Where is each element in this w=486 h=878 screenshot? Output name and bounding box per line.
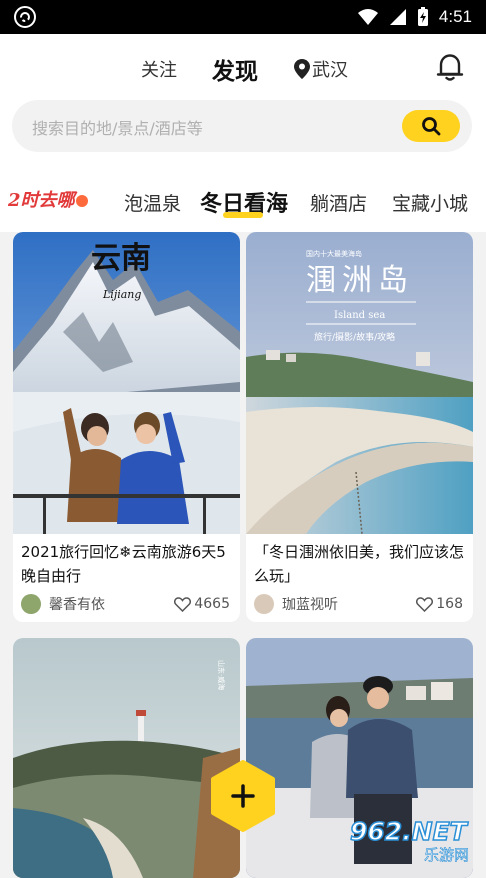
cover-side-text: 山东·威海: [217, 660, 226, 690]
category-hotel[interactable]: 躺酒店: [310, 189, 367, 216]
site-watermark: 962.NET 乐游网: [346, 812, 486, 864]
signal-icon: [389, 9, 406, 25]
category-hidden-town[interactable]: 宝藏小城: [392, 189, 468, 216]
where-to-go-logo[interactable]: 2时去哪: [8, 186, 88, 212]
search-icon: [422, 117, 441, 136]
card-meta: 馨香有依 4665: [21, 594, 230, 614]
status-time: 4:51: [438, 7, 472, 26]
note-card[interactable]: 云南 Lijiang 2021旅行回忆❄云南旅游6天5晚自由行 馨香有依 466…: [13, 232, 240, 622]
watermark-text: 962.NET: [350, 817, 469, 846]
heart-icon: [416, 596, 434, 612]
wifi-icon: [357, 9, 378, 25]
watermark-sub: 乐游网: [424, 846, 469, 864]
bell-icon[interactable]: [436, 52, 464, 82]
cover-sub-text: Lijiang: [102, 288, 141, 301]
city-label: 武汉: [312, 60, 348, 81]
top-nav: 关注 发现 武汉: [0, 52, 486, 88]
tab-discover[interactable]: 发现: [212, 52, 258, 86]
city-selector[interactable]: 武汉: [294, 56, 348, 82]
avatar[interactable]: [21, 594, 41, 614]
cover-title-text: 涠洲岛: [306, 263, 414, 298]
card-meta: 珈蓝视听 168: [254, 594, 463, 614]
like-button[interactable]: 168: [416, 596, 463, 612]
card-title: 「冬日涠洲依旧美，我们应该怎么玩」: [254, 543, 465, 585]
tab-follow[interactable]: 关注: [141, 56, 177, 82]
category-tabs: 2时去哪 泡温泉 冬日看海 躺酒店 宝藏小城: [0, 176, 486, 234]
cover-title-text: 云南: [91, 241, 151, 276]
heart-icon: [174, 596, 192, 612]
publish-button[interactable]: [209, 760, 277, 832]
search-placeholder[interactable]: 搜索目的地/景点/酒店等: [32, 115, 203, 139]
note-card[interactable]: 山东·威海: [13, 638, 240, 878]
active-tab-indicator: [223, 212, 263, 218]
category-hot-spring[interactable]: 泡温泉: [124, 189, 181, 216]
cover-tags-text: 旅行/摄影/故事/攻略: [314, 331, 395, 343]
location-pin-icon: [294, 59, 310, 79]
search-button[interactable]: [402, 110, 460, 142]
card-cover-image: 云南 Lijiang: [13, 232, 240, 534]
status-bar: 4:51: [0, 0, 486, 34]
like-count: 4665: [194, 596, 230, 612]
note-card[interactable]: 国内十大最美海岛 涠洲岛 Island sea 旅行/摄影/故事/攻略 「冬日涠…: [246, 232, 473, 622]
like-count: 168: [436, 596, 463, 612]
card-cover-image: 山东·威海: [13, 638, 240, 878]
battery-charging-icon: [417, 7, 428, 26]
cover-en-text: Island sea: [334, 310, 385, 321]
search-bar[interactable]: 搜索目的地/景点/酒店等: [12, 100, 472, 152]
logo-text: 2时去哪: [8, 190, 75, 211]
header: 关注 发现 武汉 搜索目的地/景点/酒店等: [0, 34, 486, 188]
card-cover-image: 国内十大最美海岛 涠洲岛 Island sea 旅行/摄影/故事/攻略: [246, 232, 473, 534]
avatar[interactable]: [254, 594, 274, 614]
author-name[interactable]: 珈蓝视听: [282, 594, 338, 614]
like-button[interactable]: 4665: [174, 596, 230, 612]
cover-small-text: 国内十大最美海岛: [306, 249, 362, 258]
sun-icon: [75, 195, 88, 207]
author-name[interactable]: 馨香有依: [49, 594, 105, 614]
card-title: 2021旅行回忆❄云南旅游6天5晚自由行: [21, 543, 226, 585]
app-notification-icon: [14, 6, 36, 28]
